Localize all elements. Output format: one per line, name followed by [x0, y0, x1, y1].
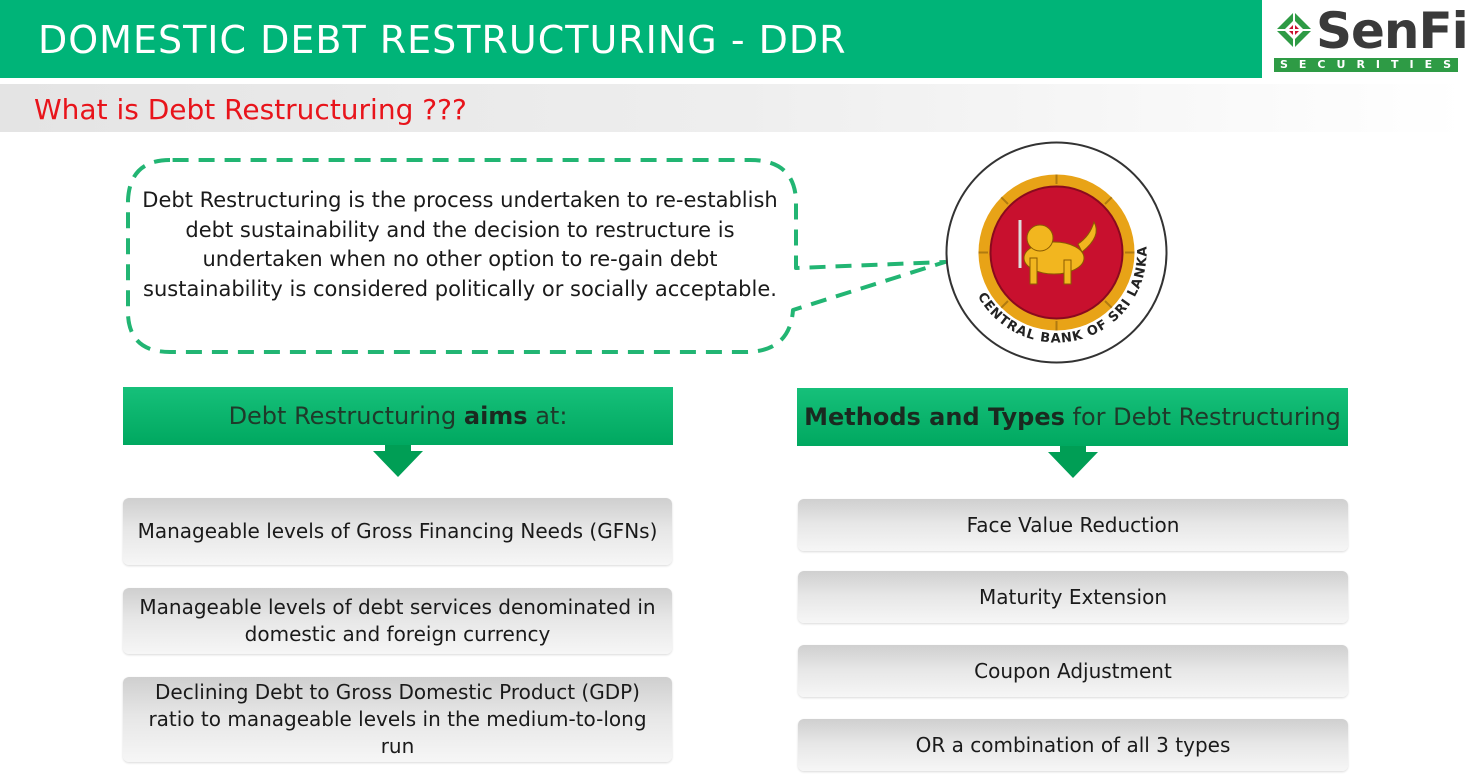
- aims-header-bold: aims: [463, 402, 528, 430]
- aims-header-pre: Debt Restructuring: [228, 402, 464, 430]
- methods-item: Coupon Adjustment: [798, 645, 1348, 697]
- aims-item: Manageable levels of Gross Financing Nee…: [123, 498, 672, 565]
- aims-item: Declining Debt to Gross Domestic Product…: [123, 677, 672, 762]
- methods-header-bold: Methods and Types: [804, 403, 1065, 431]
- aims-header-post: at:: [527, 402, 568, 430]
- methods-header: Methods and Types for Debt Restructuring: [797, 388, 1348, 446]
- definition-text: Debt Restructuring is the process undert…: [142, 188, 778, 301]
- methods-down-arrow-icon: [1048, 452, 1098, 478]
- central-bank-seal-icon: CENTRAL BANK OF SRI LANKA: [945, 141, 1168, 364]
- aims-item: Manageable levels of debt services denom…: [123, 588, 672, 654]
- aims-header: Debt Restructuring aims at:: [123, 387, 673, 445]
- aims-down-arrow-icon: [373, 451, 423, 477]
- methods-item: OR a combination of all 3 types: [798, 719, 1348, 771]
- methods-header-post: for Debt Restructuring: [1064, 403, 1341, 431]
- methods-item: Face Value Reduction: [798, 499, 1348, 551]
- methods-item: Maturity Extension: [798, 571, 1348, 623]
